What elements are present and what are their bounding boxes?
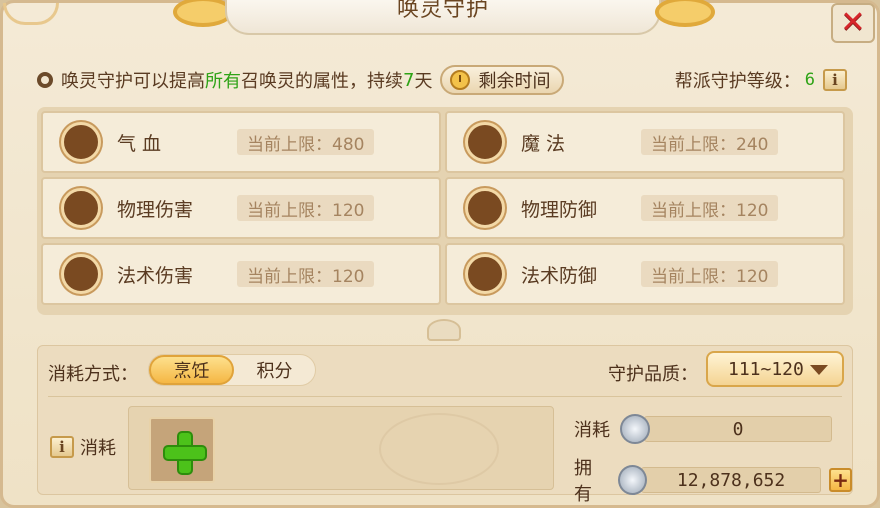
cost-value: 0 xyxy=(644,416,832,442)
remaining-time-label: 剩余时间 xyxy=(478,71,551,92)
item-slot-area xyxy=(128,406,554,490)
option-cooking[interactable]: 烹饪 xyxy=(149,355,234,385)
attribute-name: 物理防御 xyxy=(521,198,598,221)
description-text-before: 唤灵守护可以提高 xyxy=(61,71,205,92)
attribute-cell: 物理防御 当前上限：120 xyxy=(445,177,845,239)
attribute-orb-icon xyxy=(465,254,505,294)
divider-ornament xyxy=(427,319,461,341)
info-icon[interactable]: i xyxy=(823,69,847,91)
consume-panel: 消耗方式： 烹饪 积分 守护品质： 111~120 i 消耗 消耗 0 拥有 1… xyxy=(37,345,853,505)
chevron-down-icon xyxy=(810,365,828,375)
cost-label: 消耗 xyxy=(574,420,610,441)
attribute-limit: 当前上限：120 xyxy=(237,195,375,221)
description-line: 唤灵守护可以提高 所有 召唤灵的属性，持续 7 天 剩余时间 xyxy=(37,65,565,95)
close-button[interactable]: ✕ xyxy=(831,3,875,43)
consume-info: i 消耗 xyxy=(50,434,116,460)
attribute-panel: 气 血 当前上限：480 魔 法 当前上限：240 物理伤害 当前上限：120 … xyxy=(37,107,853,315)
attribute-cell: 法术防御 当前上限：120 xyxy=(445,243,845,305)
add-item-slot[interactable] xyxy=(149,417,215,483)
swirl-icon xyxy=(37,72,53,88)
clock-icon xyxy=(450,70,471,90)
owned-value: 12,878,652 xyxy=(641,467,821,493)
consume-method-label: 消耗方式： xyxy=(48,364,138,385)
quality-dropdown[interactable]: 111~120 xyxy=(706,351,844,387)
attribute-limit: 当前上限：120 xyxy=(641,195,779,221)
attribute-orb-icon xyxy=(61,122,101,162)
remaining-time-button[interactable]: 剩余时间 xyxy=(440,65,565,95)
attribute-orb-icon xyxy=(61,254,101,294)
info-icon[interactable]: i xyxy=(50,436,74,458)
consume-method-toggle: 烹饪 积分 xyxy=(148,354,316,386)
duration-value: 7 xyxy=(403,69,415,91)
attribute-cell: 物理伤害 当前上限：120 xyxy=(41,177,441,239)
attribute-cell: 法术伤害 当前上限：120 xyxy=(41,243,441,305)
quality-value: 111~120 xyxy=(728,358,804,380)
description-highlight: 所有 xyxy=(205,71,241,92)
title-banner: 唤灵守护 xyxy=(225,0,661,35)
description-text-middle: 召唤灵的属性，持续 xyxy=(241,71,403,92)
attribute-limit: 当前上限：120 xyxy=(641,261,779,287)
attribute-orb-icon xyxy=(465,188,505,228)
guard-level: 帮派守护等级： 6 i xyxy=(675,67,847,93)
attribute-limit: 当前上限：480 xyxy=(237,129,375,155)
owned-label: 拥有 xyxy=(574,458,592,505)
emblem-watermark xyxy=(379,413,499,485)
quality-label: 守护品质： xyxy=(608,364,698,385)
title-ornament-left xyxy=(173,0,233,27)
silver-coin-icon xyxy=(620,414,650,444)
owned-row: 拥有 12,878,652 + xyxy=(574,454,852,506)
description-text-after: 天 xyxy=(414,71,433,92)
divider xyxy=(48,396,842,397)
attribute-limit: 当前上限：120 xyxy=(237,261,375,287)
close-icon: ✕ xyxy=(840,5,866,40)
cost-row: 消耗 0 xyxy=(574,414,832,444)
attribute-name: 魔 法 xyxy=(521,132,566,155)
add-currency-button[interactable]: + xyxy=(828,468,852,492)
attribute-name: 物理伤害 xyxy=(117,198,194,221)
attribute-name: 气 血 xyxy=(117,132,162,155)
dialog-window: 唤灵守护 ✕ 唤灵守护可以提高 所有 召唤灵的属性，持续 7 天 剩余时间 帮派… xyxy=(0,0,880,508)
option-points[interactable]: 积分 xyxy=(234,355,315,385)
attribute-limit: 当前上限：240 xyxy=(641,129,779,155)
attribute-orb-icon xyxy=(61,188,101,228)
guard-level-label: 帮派守护等级： xyxy=(674,71,801,92)
attribute-name: 法术伤害 xyxy=(117,264,194,287)
consume-info-label: 消耗 xyxy=(80,438,116,459)
attribute-cell: 气 血 当前上限：480 xyxy=(41,111,441,173)
window-title: 唤灵守护 xyxy=(396,0,489,22)
attribute-orb-icon xyxy=(465,122,505,162)
plus-icon xyxy=(163,431,207,475)
title-ornament-right xyxy=(655,0,715,27)
corner-ornament xyxy=(3,3,59,25)
attribute-cell: 魔 法 当前上限：240 xyxy=(445,111,845,173)
attribute-name: 法术防御 xyxy=(521,264,598,287)
guard-level-value: 6 xyxy=(804,70,815,90)
